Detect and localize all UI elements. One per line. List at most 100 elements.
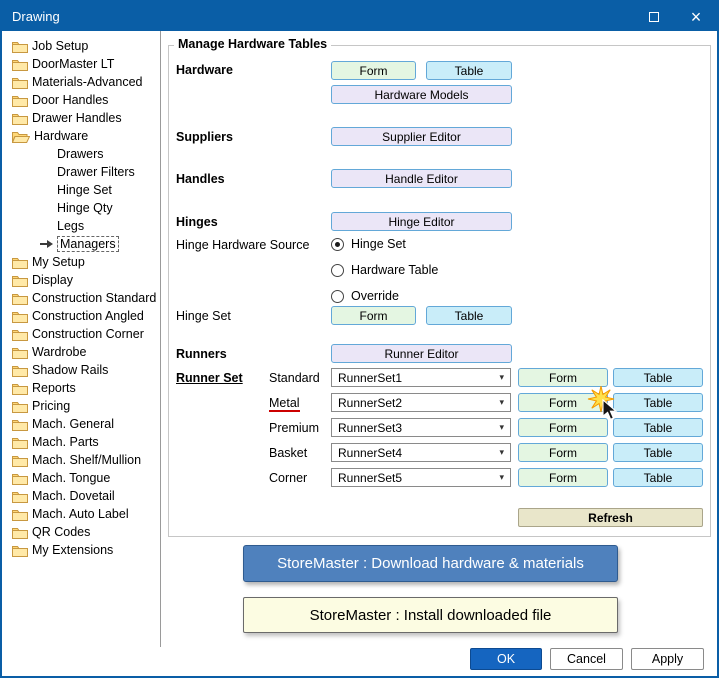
hardware-table-button[interactable]: Table	[426, 61, 512, 80]
tree-item-label: Materials-Advanced	[32, 75, 143, 89]
tree-item-label: Mach. Shelf/Mullion	[32, 453, 142, 467]
hinge-set-label: Hinge Set	[176, 309, 231, 323]
maximize-button[interactable]	[633, 2, 675, 31]
hinge-set-table-button[interactable]: Table	[426, 306, 512, 325]
drawing-dialog: Drawing × Job Setup DoorMaster LT Material…	[0, 0, 719, 678]
tree-item-door-handles[interactable]: Door Handles	[2, 91, 160, 109]
tree-item-label: DoorMaster LT	[32, 57, 115, 71]
dropdown-value: RunnerSet3	[338, 420, 403, 435]
hardware-form-button[interactable]: Form	[331, 61, 416, 80]
tree-item-my-setup[interactable]: My Setup	[2, 253, 160, 271]
runner-standard-table-button[interactable]: Table	[613, 368, 703, 387]
tree-item-legs[interactable]: Legs	[2, 217, 160, 235]
tree-item-drawer-handles[interactable]: Drawer Handles	[2, 109, 160, 127]
hardware-models-button[interactable]: Hardware Models	[331, 85, 512, 104]
hinge-editor-button[interactable]: Hinge Editor	[331, 212, 512, 231]
handles-label: Handles	[176, 172, 225, 186]
hinges-label: Hinges	[176, 215, 218, 229]
spellcheck-underline: Metal	[269, 396, 300, 412]
folder-icon	[12, 274, 28, 287]
folder-open-icon	[12, 130, 30, 143]
tree-item-hinge-set[interactable]: Hinge Set	[2, 181, 160, 199]
manage-hardware-tables-group: Manage Hardware Tables Hardware Form Tab…	[168, 37, 711, 537]
folder-icon	[12, 256, 28, 269]
hinge-set-form-button[interactable]: Form	[331, 306, 416, 325]
tree-item-mach-auto-label[interactable]: Mach. Auto Label	[2, 505, 160, 523]
tree-item-label: Construction Standard	[32, 291, 157, 305]
folder-icon	[12, 76, 28, 89]
storemaster-download-button[interactable]: StoreMaster : Download hardware & materi…	[243, 545, 618, 582]
tree-item-label: Construction Corner	[32, 327, 144, 341]
ok-button[interactable]: OK	[470, 648, 542, 670]
tree-item-doormaster-lt[interactable]: DoorMaster LT	[2, 55, 160, 73]
folder-icon	[12, 328, 28, 341]
storemaster-install-button[interactable]: StoreMaster : Install downloaded file	[243, 597, 618, 633]
folder-icon	[12, 58, 28, 71]
runner-row-label-corner: Corner	[269, 471, 308, 485]
apply-button[interactable]: Apply	[631, 648, 704, 670]
runner-corner-table-button[interactable]: Table	[613, 468, 703, 487]
folder-icon	[12, 382, 28, 395]
tree-item-hardware[interactable]: Hardware	[2, 127, 160, 145]
tree-item-drawers[interactable]: Drawers	[2, 145, 160, 163]
tree-item-mach-tongue[interactable]: Mach. Tongue	[2, 469, 160, 487]
current-page-arrow-icon	[40, 239, 54, 249]
runner-corner-form-button[interactable]: Form	[518, 468, 608, 487]
folder-icon	[12, 292, 28, 305]
supplier-editor-button[interactable]: Supplier Editor	[331, 127, 512, 146]
cancel-button[interactable]: Cancel	[550, 648, 623, 670]
handle-editor-button[interactable]: Handle Editor	[331, 169, 512, 188]
tree-item-qr-codes[interactable]: QR Codes	[2, 523, 160, 541]
dropdown-value: RunnerSet1	[338, 370, 403, 385]
tree-item-construction-corner[interactable]: Construction Corner	[2, 325, 160, 343]
tree-item-shadow-rails[interactable]: Shadow Rails	[2, 361, 160, 379]
tree-item-label: Drawers	[57, 147, 104, 161]
tree-item-job-setup[interactable]: Job Setup	[2, 37, 160, 55]
tree-item-mach-parts[interactable]: Mach. Parts	[2, 433, 160, 451]
tree-item-hinge-qty[interactable]: Hinge Qty	[2, 199, 160, 217]
tree-item-mach-shelf-mullion[interactable]: Mach. Shelf/Mullion	[2, 451, 160, 469]
runner-metal-table-button[interactable]: Table	[613, 393, 703, 412]
tree-item-materials-advanced[interactable]: Materials-Advanced	[2, 73, 160, 91]
runner-set-dropdown-metal[interactable]: RunnerSet2 ▾	[331, 393, 511, 412]
radio-override[interactable]: Override	[331, 288, 399, 304]
tree-item-drawer-filters[interactable]: Drawer Filters	[2, 163, 160, 181]
tree-item-label: My Extensions	[32, 543, 114, 557]
runners-label: Runners	[176, 347, 227, 361]
tree-item-managers[interactable]: Managers	[2, 235, 160, 253]
runner-set-dropdown-standard[interactable]: RunnerSet1 ▾	[331, 368, 511, 387]
tree-item-construction-standard[interactable]: Construction Standard	[2, 289, 160, 307]
close-icon: ×	[690, 6, 702, 27]
tree-item-reports[interactable]: Reports	[2, 379, 160, 397]
runner-set-dropdown-basket[interactable]: RunnerSet4 ▾	[331, 443, 511, 462]
folder-icon	[12, 112, 28, 125]
runner-metal-form-button[interactable]: Form	[518, 393, 608, 412]
radio-selected-icon	[331, 237, 344, 251]
refresh-button[interactable]: Refresh	[518, 508, 703, 527]
tree-item-mach-dovetail[interactable]: Mach. Dovetail	[2, 487, 160, 505]
tree-item-wardrobe[interactable]: Wardrobe	[2, 343, 160, 361]
runner-basket-table-button[interactable]: Table	[613, 443, 703, 462]
tree-item-my-extensions[interactable]: My Extensions	[2, 541, 160, 559]
tree-item-pricing[interactable]: Pricing	[2, 397, 160, 415]
folder-icon	[12, 454, 28, 467]
close-button[interactable]: ×	[675, 2, 717, 31]
runner-set-dropdown-corner[interactable]: RunnerSet5 ▾	[331, 468, 511, 487]
runner-premium-form-button[interactable]: Form	[518, 418, 608, 437]
folder-icon	[12, 544, 28, 557]
runner-standard-form-button[interactable]: Form	[518, 368, 608, 387]
runner-editor-button[interactable]: Runner Editor	[331, 344, 512, 363]
runner-premium-table-button[interactable]: Table	[613, 418, 703, 437]
titlebar: Drawing ×	[2, 2, 717, 31]
dropdown-value: RunnerSet4	[338, 445, 403, 460]
runner-basket-form-button[interactable]: Form	[518, 443, 608, 462]
radio-hinge-set[interactable]: Hinge Set	[331, 236, 406, 252]
runner-set-label: Runner Set	[176, 371, 243, 385]
tree-item-display[interactable]: Display	[2, 271, 160, 289]
tree-item-mach-general[interactable]: Mach. General	[2, 415, 160, 433]
tree-item-construction-angled[interactable]: Construction Angled	[2, 307, 160, 325]
radio-hardware-table[interactable]: Hardware Table	[331, 262, 438, 278]
runner-set-dropdown-premium[interactable]: RunnerSet3 ▾	[331, 418, 511, 437]
tree-item-label: Shadow Rails	[32, 363, 109, 377]
hardware-label: Hardware	[176, 63, 233, 77]
